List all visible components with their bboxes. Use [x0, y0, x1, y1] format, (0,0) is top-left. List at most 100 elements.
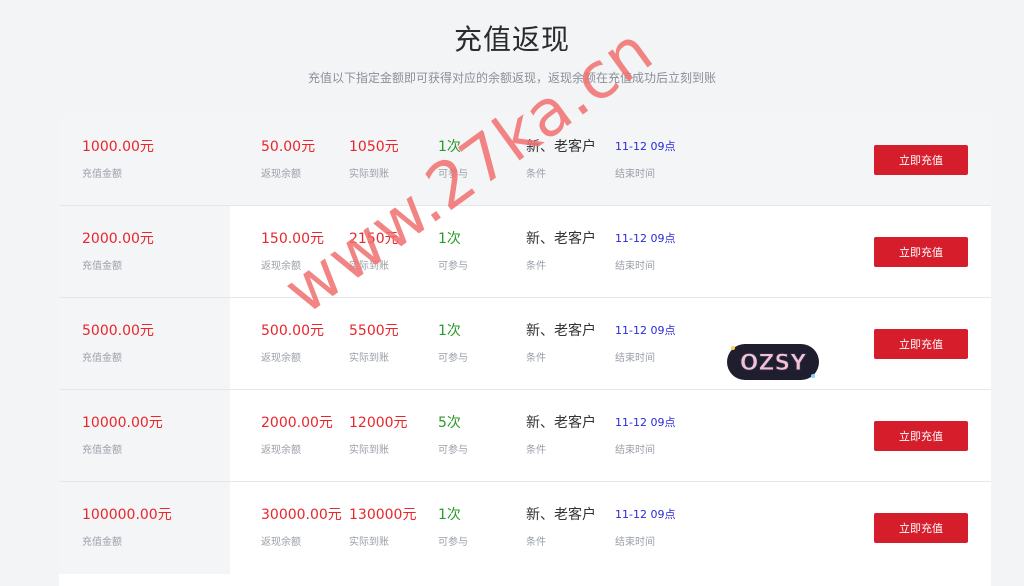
- bonus-value: 500.00元: [261, 323, 324, 339]
- condition-label: 条件: [526, 261, 546, 272]
- condition-cell: 新、老客户 条件: [526, 322, 596, 364]
- condition-value: 新、老客户: [526, 507, 596, 523]
- actual-value: 12000元: [349, 415, 408, 431]
- amount-value: 100000.00元: [82, 507, 172, 523]
- recharge-now-button[interactable]: 立即充值: [874, 237, 968, 267]
- end-time-value: 11-12 09点: [615, 232, 676, 245]
- amount-cell: 100000.00元 充值金额: [82, 506, 172, 548]
- condition-value: 新、老客户: [526, 323, 596, 339]
- times-label: 可参与: [438, 353, 468, 364]
- recharge-now-button[interactable]: 立即充值: [874, 421, 968, 451]
- bonus-cell: 2000.00元 返现余额: [261, 414, 333, 456]
- offer-row: 10000.00元 充值金额 2000.00元 返现余额 12000元 实际到账…: [59, 390, 991, 482]
- ozsy-sticker-logo: OZSY: [727, 344, 819, 380]
- actual-cell: 5500元 实际到账: [349, 322, 399, 364]
- actual-value: 5500元: [349, 323, 399, 339]
- condition-cell: 新、老客户 条件: [526, 506, 596, 548]
- recharge-offer-list: 1000.00元 充值金额 50.00元 返现余额 1050元 实际到账 1次 …: [59, 114, 991, 586]
- end-time-label: 结束时间: [615, 353, 655, 364]
- actual-cell: 130000元 实际到账: [349, 506, 416, 548]
- times-value: 1次: [438, 139, 461, 155]
- times-value: 1次: [438, 231, 461, 247]
- condition-value: 新、老客户: [526, 231, 596, 247]
- bonus-label: 返现余额: [261, 445, 301, 456]
- actual-label: 实际到账: [349, 353, 389, 364]
- amount-label: 充值金额: [82, 261, 122, 272]
- bonus-value: 2000.00元: [261, 415, 333, 431]
- recharge-now-button[interactable]: 立即充值: [874, 513, 968, 543]
- page-title: 充值返现: [453, 23, 570, 56]
- bonus-value: 150.00元: [261, 231, 324, 247]
- actual-label: 实际到账: [349, 169, 389, 180]
- times-value: 1次: [438, 507, 461, 523]
- bonus-cell: 50.00元 返现余额: [261, 138, 315, 180]
- end-time-value: 11-12 09点: [615, 508, 676, 521]
- actual-cell: 12000元 实际到账: [349, 414, 408, 456]
- condition-value: 新、老客户: [526, 415, 596, 431]
- condition-label: 条件: [526, 353, 546, 364]
- bonus-label: 返现余额: [261, 353, 301, 364]
- times-label: 可参与: [438, 445, 468, 456]
- amount-cell: 2000.00元 充值金额: [82, 230, 154, 272]
- end-time-label: 结束时间: [615, 445, 655, 456]
- times-label: 可参与: [438, 261, 468, 272]
- bonus-label: 返现余额: [261, 537, 301, 548]
- actual-value: 130000元: [349, 507, 417, 523]
- times-cell: 1次 可参与: [438, 138, 468, 180]
- amount-value: 2000.00元: [82, 231, 154, 247]
- end-time-cell: 11-12 09点 结束时间: [615, 230, 675, 272]
- bonus-value: 30000.00元: [261, 507, 342, 523]
- amount-cell: 5000.00元 充值金额: [82, 322, 154, 364]
- actual-label: 实际到账: [349, 445, 389, 456]
- amount-value: 10000.00元: [82, 415, 163, 431]
- condition-label: 条件: [526, 537, 546, 548]
- amount-label: 充值金额: [82, 537, 122, 548]
- recharge-now-button[interactable]: 立即充值: [874, 145, 968, 175]
- bonus-cell: 150.00元 返现余额: [261, 230, 324, 272]
- bonus-cell: 30000.00元 返现余额: [261, 506, 342, 548]
- bonus-label: 返现余额: [261, 261, 301, 272]
- amount-value: 5000.00元: [82, 323, 154, 339]
- end-time-label: 结束时间: [615, 261, 655, 272]
- offer-row: 1000.00元 充值金额 50.00元 返现余额 1050元 实际到账 1次 …: [59, 114, 991, 206]
- end-time-cell: 11-12 09点 结束时间: [615, 322, 675, 364]
- amount-label: 充值金额: [82, 353, 122, 364]
- offer-row: 2000.00元 充值金额 150.00元 返现余额 2150元 实际到账 1次…: [59, 206, 991, 298]
- recharge-now-button[interactable]: 立即充值: [874, 329, 968, 359]
- end-time-label: 结束时间: [615, 537, 655, 548]
- actual-value: 1050元: [349, 139, 399, 155]
- amount-label: 充值金额: [82, 445, 122, 456]
- end-time-cell: 11-12 09点 结束时间: [615, 138, 675, 180]
- condition-label: 条件: [526, 169, 546, 180]
- amount-label: 充值金额: [82, 169, 122, 180]
- times-cell: 1次 可参与: [438, 506, 468, 548]
- times-label: 可参与: [438, 169, 468, 180]
- bonus-cell: 500.00元 返现余额: [261, 322, 324, 364]
- actual-cell: 1050元 实际到账: [349, 138, 399, 180]
- times-cell: 1次 可参与: [438, 322, 468, 364]
- page-subtitle: 充值以下指定金额即可获得对应的余额返现，返现余额在充值成功后立刻到账: [307, 71, 716, 85]
- actual-cell: 2150元 实际到账: [349, 230, 399, 272]
- amount-value: 1000.00元: [82, 139, 154, 155]
- amount-cell: 1000.00元 充值金额: [82, 138, 154, 180]
- end-time-cell: 11-12 09点 结束时间: [615, 506, 675, 548]
- condition-value: 新、老客户: [526, 139, 596, 155]
- end-time-value: 11-12 09点: [615, 416, 676, 429]
- bonus-value: 50.00元: [261, 139, 316, 155]
- amount-cell: 10000.00元 充值金额: [82, 414, 163, 456]
- bonus-label: 返现余额: [261, 169, 301, 180]
- actual-label: 实际到账: [349, 537, 389, 548]
- actual-value: 2150元: [349, 231, 399, 247]
- condition-cell: 新、老客户 条件: [526, 138, 596, 180]
- times-cell: 1次 可参与: [438, 230, 468, 272]
- end-time-value: 11-12 09点: [615, 140, 676, 153]
- end-time-cell: 11-12 09点 结束时间: [615, 414, 675, 456]
- condition-cell: 新、老客户 条件: [526, 414, 596, 456]
- offer-row: 100000.00元 充值金额 30000.00元 返现余额 130000元 实…: [59, 482, 991, 574]
- end-time-value: 11-12 09点: [615, 324, 676, 337]
- end-time-label: 结束时间: [615, 169, 655, 180]
- sticker-text: OZSY: [740, 351, 807, 376]
- offer-row: 5000.00元 充值金额 500.00元 返现余额 5500元 实际到账 1次…: [59, 298, 991, 390]
- times-value: 1次: [438, 323, 461, 339]
- times-label: 可参与: [438, 537, 468, 548]
